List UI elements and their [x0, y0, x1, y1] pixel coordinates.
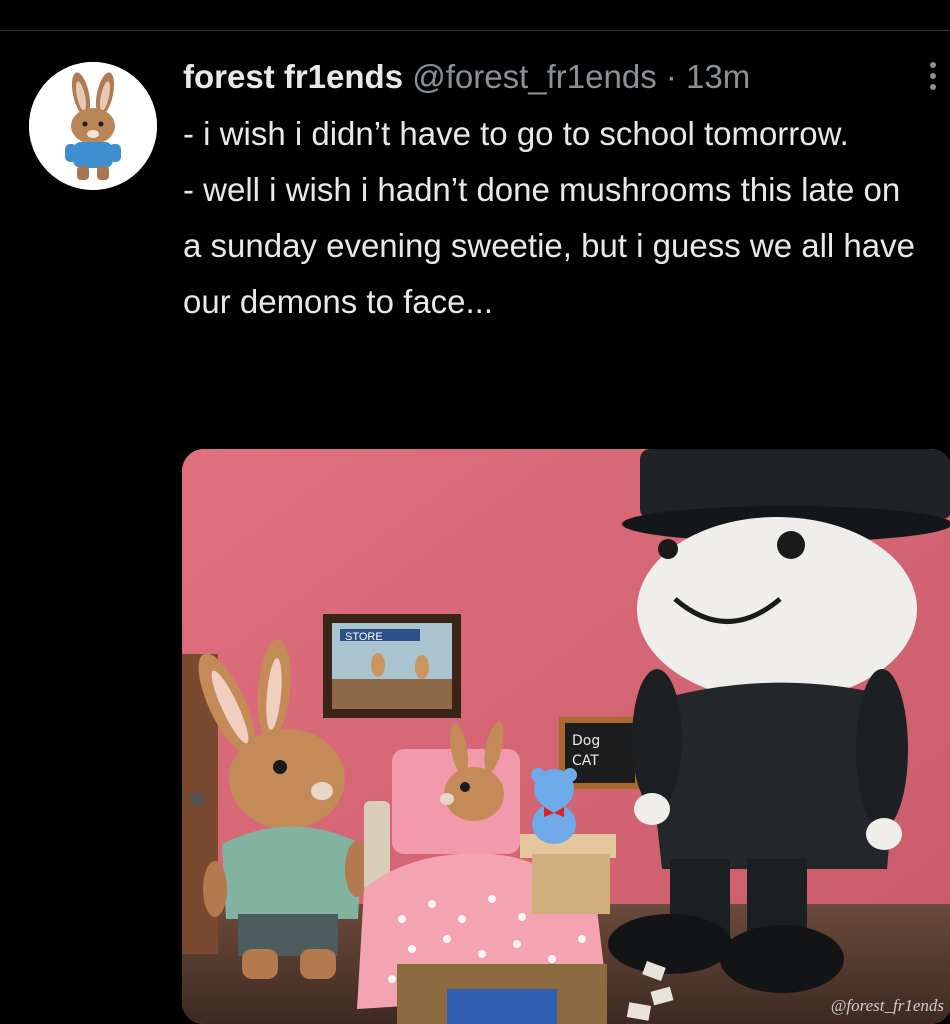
display-name[interactable]: forest fr1ends [183, 58, 403, 95]
more-vertical-icon [918, 62, 948, 90]
user-handle[interactable]: @forest_fr1ends [412, 58, 656, 95]
chalkboard-line-2: CAT [572, 753, 599, 769]
avatar[interactable] [29, 62, 157, 190]
tweet-text-line-2: - well i wish i hadn’t done mushrooms th… [183, 171, 915, 320]
diorama-photo: STORE Dog CAT [182, 449, 950, 1024]
tweet-text-line-1: - i wish i didn’t have to go to school t… [183, 115, 849, 152]
media-watermark: @forest_fr1ends [830, 996, 944, 1015]
previous-tweet-edge [0, 0, 950, 6]
tweet-header: forest fr1ends @forest_fr1ends · 13m [183, 54, 750, 100]
tweet-text: - i wish i didn’t have to go to school t… [183, 106, 923, 330]
chalkboard-line-1: Dog [572, 733, 600, 749]
tweet-media-image[interactable]: STORE Dog CAT @forest_fr1ends [182, 449, 950, 1024]
header-separator: · [665, 58, 677, 95]
frame-sign-text: STORE [345, 631, 383, 643]
bunny-avatar-icon [29, 62, 157, 190]
tweet-timestamp[interactable]: 13m [686, 58, 750, 95]
more-options-button[interactable] [918, 62, 948, 102]
tweet-divider [0, 30, 950, 31]
